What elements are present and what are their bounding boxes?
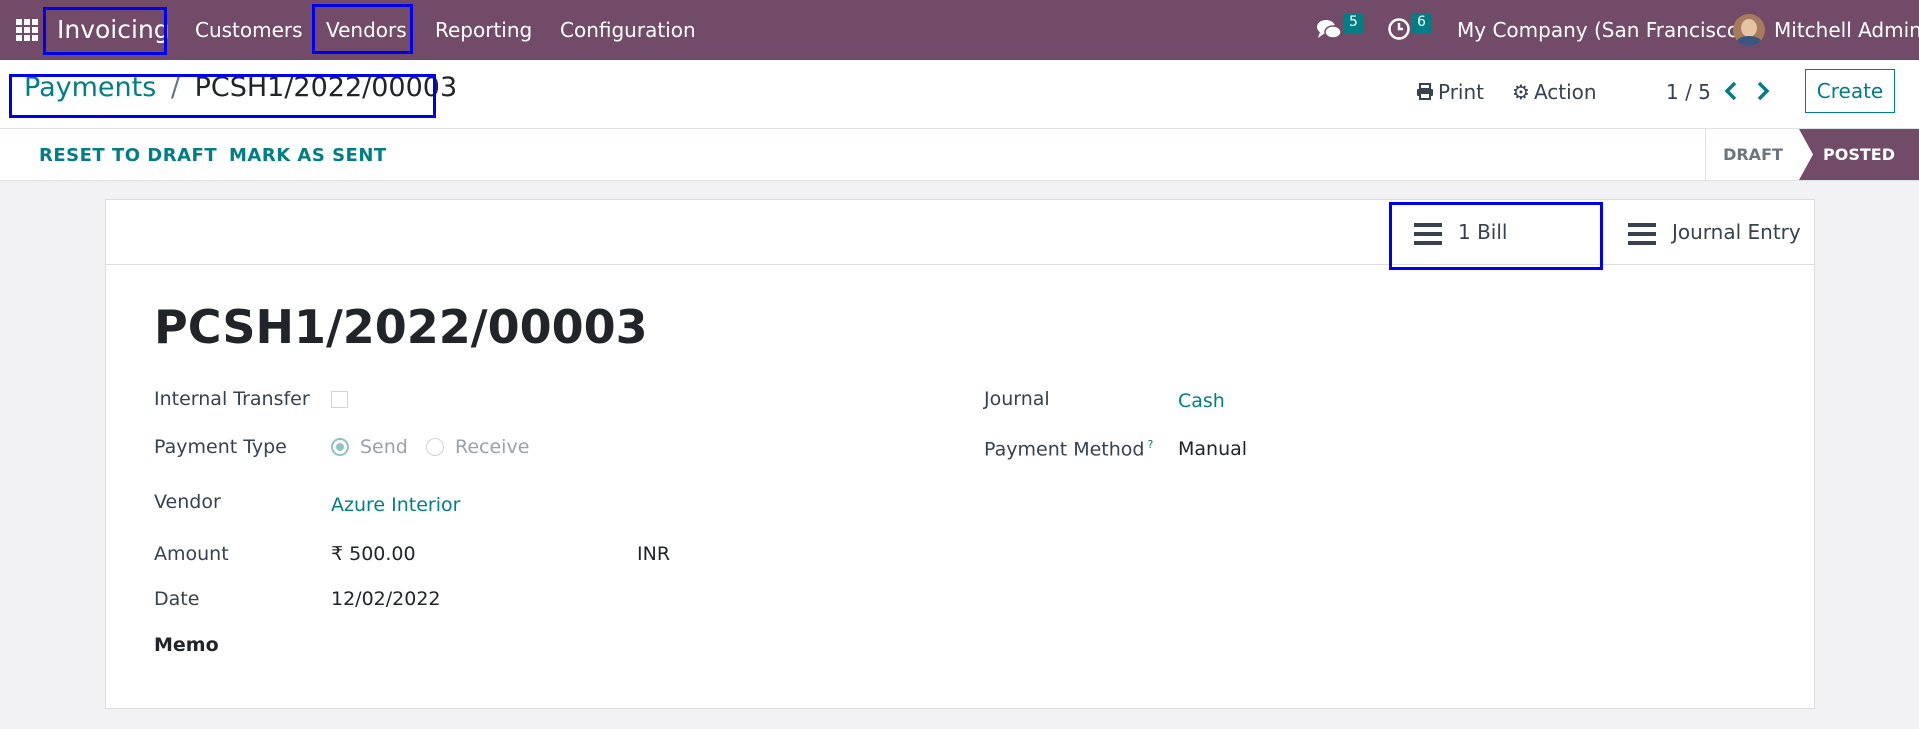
payment-method-label: Payment Method? — [984, 438, 1153, 460]
menu-customers[interactable]: Customers — [195, 0, 303, 60]
user-menu[interactable]: Mitchell Admin — [1774, 0, 1919, 60]
journal-label: Journal — [984, 388, 1050, 410]
payment-method-label-text: Payment Method — [984, 438, 1145, 461]
gear-icon: ⚙ — [1512, 80, 1530, 104]
payment-type-receive-radio[interactable] — [426, 438, 444, 456]
payment-type-send-radio[interactable] — [331, 438, 349, 456]
print-label: Print — [1438, 80, 1485, 104]
payment-type-send-label: Send — [360, 436, 408, 458]
date-label: Date — [154, 588, 200, 610]
stage-draft[interactable]: DRAFT — [1705, 129, 1800, 180]
memo-label: Memo — [154, 634, 219, 656]
payment-method-help-tooltip[interactable]: ? — [1147, 438, 1153, 451]
user-avatar[interactable] — [1733, 14, 1765, 46]
action-label: Action — [1533, 80, 1597, 104]
mark-as-sent-button[interactable]: MARK AS SENT — [229, 145, 387, 166]
menu-configuration[interactable]: Configuration — [560, 0, 696, 60]
action-button[interactable]: ⚙ Action — [1512, 80, 1597, 104]
pager-next-icon[interactable] — [1756, 81, 1770, 101]
list-icon — [1628, 222, 1656, 245]
amount-label: Amount — [154, 543, 229, 565]
journal-entry-smart-button[interactable]: Journal Entry — [1628, 201, 1801, 264]
internal-transfer-label: Internal Transfer — [154, 388, 310, 410]
currency-value: INR — [637, 543, 671, 565]
journal-entry-smart-button-label: Journal Entry — [1672, 220, 1801, 244]
menu-reporting[interactable]: Reporting — [435, 0, 532, 60]
amount-value: ₹ 500.00 — [331, 543, 416, 565]
highlight-box-bill — [1389, 202, 1603, 270]
activity-clock-icon[interactable] — [1387, 17, 1411, 41]
company-switcher[interactable]: My Company (San Francisco) — [1457, 0, 1747, 60]
highlight-box-vendors — [312, 4, 413, 54]
pager-value[interactable]: 1 / 5 — [1666, 80, 1711, 104]
apps-menu-icon[interactable] — [16, 19, 38, 41]
messages-icon[interactable] — [1316, 18, 1342, 42]
highlight-box-breadcrumb — [9, 74, 436, 118]
journal-link[interactable]: Cash — [1178, 390, 1225, 412]
print-button[interactable]: Print — [1416, 80, 1484, 104]
printer-icon — [1417, 83, 1433, 100]
payment-type-label: Payment Type — [154, 436, 287, 458]
reset-to-draft-button[interactable]: RESET TO DRAFT — [39, 145, 217, 166]
messages-count-badge: 5 — [1343, 13, 1364, 33]
payment-type-receive-label: Receive — [455, 436, 530, 458]
payment-title: PCSH1/2022/00003 — [154, 300, 648, 354]
pager-previous-icon[interactable] — [1724, 81, 1738, 101]
vendor-link[interactable]: Azure Interior — [331, 494, 460, 516]
vendor-label: Vendor — [154, 491, 221, 513]
date-value: 12/02/2022 — [331, 588, 441, 610]
stage-posted[interactable]: POSTED — [1799, 129, 1919, 180]
create-button[interactable]: Create — [1805, 69, 1895, 113]
highlight-box-app-name — [43, 7, 167, 55]
activities-count-badge: 6 — [1411, 13, 1432, 33]
internal-transfer-checkbox[interactable] — [331, 391, 348, 408]
payment-method-value: Manual — [1178, 438, 1248, 460]
